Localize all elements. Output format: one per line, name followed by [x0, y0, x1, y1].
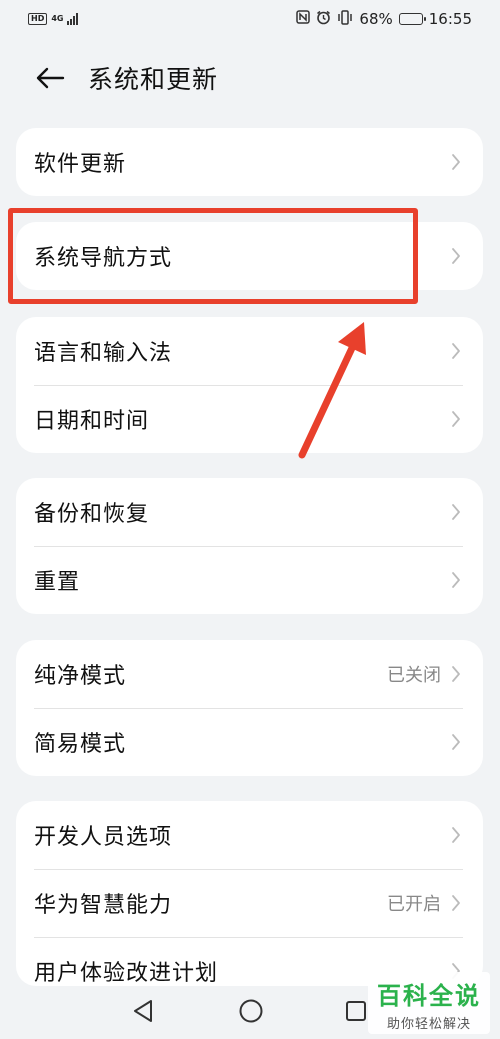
nav-home-button[interactable] [238, 998, 264, 1028]
page-title: 系统和更新 [88, 65, 219, 94]
chevron-right-icon [452, 666, 460, 682]
settings-item[interactable]: 语言和输入法 [16, 317, 483, 385]
battery-icon [398, 13, 426, 25]
settings-item[interactable]: 系统导航方式 [16, 222, 483, 290]
signal-icon [67, 13, 79, 25]
settings-group-5: 开发人员选项 华为智慧能力 已开启 用户体验改进计划 [16, 801, 483, 986]
settings-item-label: 简易模式 [34, 732, 127, 757]
settings-item-label: 纯净模式 [34, 664, 127, 689]
hd-badge: HD [28, 13, 48, 25]
status-bar: HD 4G 68% 16:55 [0, 0, 500, 38]
chevron-right-icon [452, 827, 460, 843]
chevron-right-icon [452, 504, 460, 520]
arrow-left-icon [36, 67, 65, 89]
vibrate-icon [337, 9, 353, 29]
chevron-right-icon [452, 734, 460, 750]
chevron-right-icon [452, 154, 460, 170]
chevron-right-icon [452, 248, 460, 264]
settings-item-label: 日期和时间 [34, 409, 150, 434]
watermark: 百科全说 助你轻松解决 [368, 972, 490, 1034]
settings-item-label: 开发人员选项 [34, 825, 173, 850]
nav-back-button[interactable] [131, 998, 155, 1028]
settings-item-label: 备份和恢复 [34, 502, 150, 527]
battery-percent: 68% [359, 10, 393, 28]
recents-square-icon [346, 1001, 366, 1021]
settings-item-label: 语言和输入法 [34, 341, 173, 366]
settings-item-label: 重置 [34, 570, 81, 595]
settings-group-3: 备份和恢复 重置 [16, 478, 483, 614]
settings-item[interactable]: 华为智慧能力 已开启 [16, 869, 483, 937]
settings-item[interactable]: 软件更新 [16, 128, 483, 196]
settings-item-label: 系统导航方式 [34, 246, 173, 271]
back-triangle-icon [134, 1000, 152, 1022]
back-button[interactable] [22, 50, 78, 106]
chevron-right-icon [452, 343, 460, 359]
status-right: 68% 16:55 [296, 9, 472, 29]
settings-group-0: 软件更新 [16, 128, 483, 196]
network-type: 4G [51, 14, 64, 23]
settings-item[interactable]: 备份和恢复 [16, 478, 483, 546]
watermark-main: 百科全说 [377, 982, 481, 1010]
settings-item-value: 已开启 [387, 894, 441, 915]
settings-group-2: 语言和输入法 日期和时间 [16, 317, 483, 453]
settings-item[interactable]: 简易模式 [16, 708, 483, 776]
settings-item[interactable]: 日期和时间 [16, 385, 483, 453]
nav-recents-button[interactable] [344, 998, 368, 1028]
settings-item[interactable]: 开发人员选项 [16, 801, 483, 869]
settings-group-4: 纯净模式 已关闭简易模式 [16, 640, 483, 776]
settings-item-label: 软件更新 [34, 152, 127, 177]
status-left: HD 4G [28, 13, 79, 25]
home-circle-icon [239, 999, 263, 1023]
settings-item[interactable]: 纯净模式 已关闭 [16, 640, 483, 708]
clock: 16:55 [428, 10, 472, 28]
chevron-right-icon [452, 572, 460, 588]
chevron-right-icon [452, 411, 460, 427]
alarm-icon [316, 10, 331, 29]
settings-group-1: 系统导航方式 [16, 222, 483, 290]
watermark-sub: 助你轻松解决 [386, 1017, 471, 1032]
header: 系统和更新 [0, 48, 500, 108]
settings-item-label: 华为智慧能力 [34, 893, 173, 918]
settings-item[interactable]: 重置 [16, 546, 483, 614]
nfc-icon [296, 10, 311, 28]
settings-item-value: 已关闭 [387, 665, 441, 686]
chevron-right-icon [452, 895, 460, 911]
